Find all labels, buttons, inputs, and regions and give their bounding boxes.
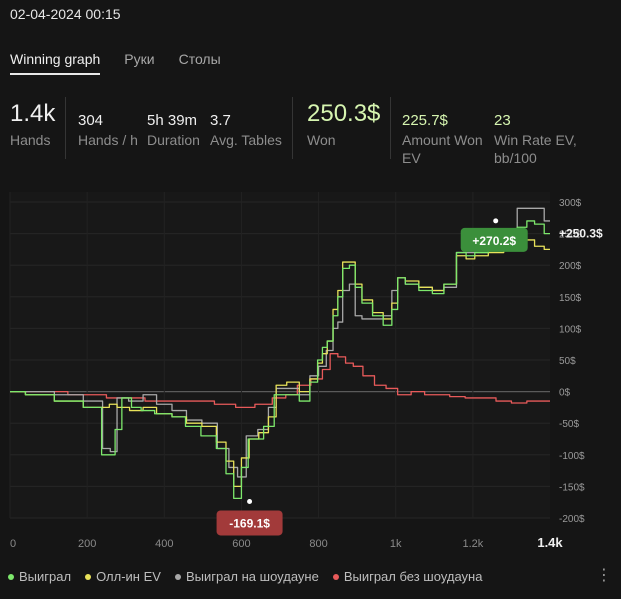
stat-won-label: Won bbox=[307, 132, 336, 148]
tab-hands[interactable]: Руки bbox=[124, 51, 154, 75]
chart-legend: Выиграл Олл-ин EV Выиграл на шоудауне Вы… bbox=[8, 569, 482, 584]
y-tick-label: 200$ bbox=[559, 261, 582, 272]
legend-label-allin-ev: Олл-ин EV bbox=[96, 569, 161, 584]
stat-amount-won-ev: 225.7$ Amount Won EV bbox=[402, 112, 483, 167]
legend-dot-allin-ev bbox=[85, 573, 92, 580]
stat-amount-won-ev-value: 225.7$ bbox=[402, 112, 448, 129]
y-tick-label: -150$ bbox=[559, 482, 585, 493]
x-tick-label: 1.2k bbox=[462, 538, 483, 550]
stat-divider bbox=[390, 97, 391, 159]
x-tick-label: 800 bbox=[309, 538, 327, 550]
tab-bar: Winning graph Руки Столы bbox=[10, 51, 221, 75]
stat-avg-tables-value: 3.7 bbox=[210, 112, 231, 129]
stat-hands-per-hour: 304 Hands / h bbox=[78, 112, 138, 149]
stat-amount-won-ev-label-2: EV bbox=[402, 150, 421, 166]
stat-hands: 1.4k Hands bbox=[10, 101, 55, 149]
y-axis-ticks: 300$250$200$150$100$50$0$-50$-100$-150$-… bbox=[559, 198, 585, 525]
legend-item-allin-ev[interactable]: Олл-ин EV bbox=[85, 569, 161, 584]
legend-item-non-showdown[interactable]: Выиграл без шоудауна bbox=[332, 569, 483, 584]
legend-dot-showdown bbox=[174, 573, 181, 580]
min-point-label: -169.1$ bbox=[229, 516, 270, 530]
tab-tables[interactable]: Столы bbox=[179, 51, 221, 75]
stat-avg-tables: 3.7 Avg. Tables bbox=[210, 112, 282, 149]
winning-graph-chart: 300$250$200$150$100$50$0$-50$-100$-150$-… bbox=[9, 192, 603, 550]
legend-label-non-showdown: Выиграл без шоудауна bbox=[343, 569, 483, 584]
y-tick-label: -100$ bbox=[559, 451, 585, 462]
y-tick-label: -50$ bbox=[559, 419, 579, 430]
tab-winning-graph[interactable]: Winning graph bbox=[10, 51, 101, 75]
x-tick-label: 400 bbox=[155, 538, 173, 550]
legend-label-won: Выиграл bbox=[19, 569, 72, 584]
end-value-label: +250.3$ bbox=[559, 227, 603, 241]
y-tick-label: 150$ bbox=[559, 293, 582, 304]
legend-item-showdown[interactable]: Выиграл на шоудауне bbox=[174, 569, 319, 584]
legend-dot-won bbox=[8, 573, 14, 580]
stat-divider bbox=[292, 97, 293, 159]
x-tick-label: 1k bbox=[390, 538, 402, 550]
stat-won: 250.3$ Won bbox=[307, 101, 380, 149]
session-datetime: 02-04-2024 00:15 bbox=[10, 6, 121, 22]
stat-amount-won-ev-label-1: Amount Won bbox=[402, 132, 483, 148]
x-end-label: 1.4k bbox=[537, 535, 563, 550]
y-tick-label: 300$ bbox=[559, 198, 582, 209]
min-point-dot bbox=[247, 498, 253, 504]
stat-hands-per-hour-label: Hands / h bbox=[78, 132, 138, 148]
x-tick-label: 600 bbox=[232, 538, 250, 550]
legend-label-showdown: Выиграл на шоудауне bbox=[185, 569, 319, 584]
stat-hands-value: 1.4k bbox=[10, 100, 56, 127]
stat-hands-label: Hands bbox=[10, 132, 51, 148]
max-point-dot bbox=[493, 218, 499, 224]
y-tick-label: 100$ bbox=[559, 324, 582, 335]
x-tick-label: 200 bbox=[78, 538, 96, 550]
stat-avg-tables-label: Avg. Tables bbox=[210, 132, 282, 148]
legend-dot-non-showdown bbox=[332, 573, 339, 580]
stat-win-rate-ev-label-1: Win Rate EV, bbox=[494, 132, 577, 148]
x-axis-ticks: 0 200 400 600 800 1k 1.2k 1.4k bbox=[10, 535, 563, 550]
legend-item-won[interactable]: Выиграл bbox=[8, 569, 71, 584]
stat-divider bbox=[65, 97, 66, 159]
y-tick-label: 0$ bbox=[559, 388, 571, 399]
more-options-icon[interactable]: ⋮ bbox=[596, 565, 612, 585]
stat-win-rate-ev-value: 23 bbox=[494, 112, 511, 129]
stat-won-value: 250.3$ bbox=[307, 100, 381, 127]
y-tick-label: 50$ bbox=[559, 356, 576, 367]
stat-duration-label: Duration bbox=[147, 132, 200, 148]
stat-duration: 5h 39m Duration bbox=[147, 112, 200, 149]
y-tick-label: -200$ bbox=[559, 514, 585, 525]
x-tick-label: 0 bbox=[10, 538, 16, 550]
max-point-label: +270.2$ bbox=[472, 234, 516, 248]
stat-win-rate-ev: 23 Win Rate EV, bb/100 bbox=[494, 112, 577, 167]
stat-win-rate-ev-label-2: bb/100 bbox=[494, 150, 537, 166]
stat-hands-per-hour-value: 304 bbox=[78, 112, 104, 129]
stat-duration-value: 5h 39m bbox=[147, 112, 198, 129]
